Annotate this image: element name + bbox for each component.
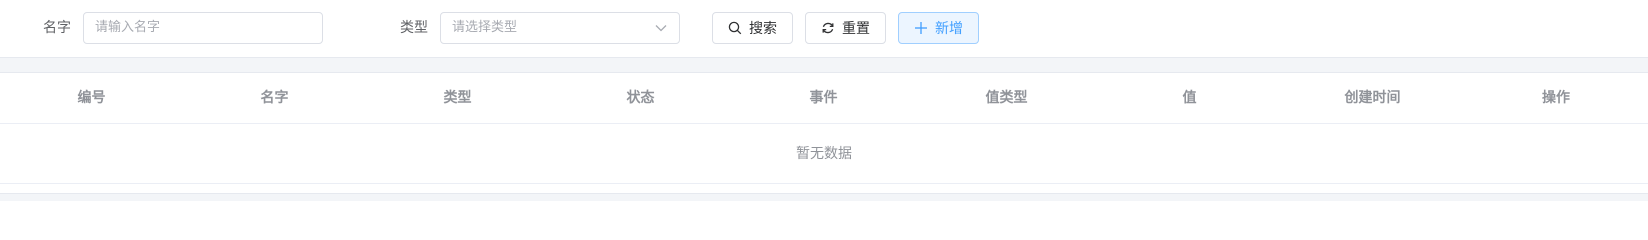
name-label: 名字 [43,20,71,36]
reset-button[interactable]: 重置 [805,12,886,44]
name-input[interactable]: 请输入名字 [83,12,323,44]
column-header-status: 状态 [626,90,655,106]
section-gap [0,57,1648,73]
column-header-type: 类型 [443,90,472,106]
reset-button-label: 重置 [842,21,870,37]
table-empty-row: 暂无数据 [0,124,1648,184]
refresh-icon [822,22,834,34]
search-icon [728,21,742,35]
add-button[interactable]: 新增 [898,12,979,44]
type-select-placeholder: 请选择类型 [452,20,518,35]
column-header-value: 值 [1182,90,1197,106]
type-label: 类型 [400,20,428,36]
add-button-label: 新增 [935,21,963,37]
search-button-label: 搜索 [749,21,777,37]
column-header-id: 编号 [77,90,106,106]
table-header: 编号 名字 类型 状态 事件 值类型 值 创建时间 操作 [0,73,1648,124]
search-form: 名字 请输入名字 类型 请选择类型 搜索 重置 新增 [0,0,1648,57]
plus-icon [915,22,927,34]
type-select[interactable]: 请选择类型 [440,12,680,44]
column-header-event: 事件 [809,90,838,106]
bottom-gap [0,193,1648,201]
data-table: 编号 名字 类型 状态 事件 值类型 值 创建时间 操作 暂无数据 [0,73,1648,185]
column-header-actions: 操作 [1542,90,1570,106]
chevron-down-icon [655,25,667,32]
empty-placeholder: 暂无数据 [796,146,852,162]
column-header-created-time: 创建时间 [1344,90,1401,106]
name-input-placeholder: 请输入名字 [95,20,161,35]
column-header-value-type: 值类型 [985,90,1028,106]
search-button[interactable]: 搜索 [712,12,793,44]
column-header-name: 名字 [260,90,289,106]
page: 名字 请输入名字 类型 请选择类型 搜索 重置 新增 编号 名字 类型 状态 事… [0,0,1648,201]
